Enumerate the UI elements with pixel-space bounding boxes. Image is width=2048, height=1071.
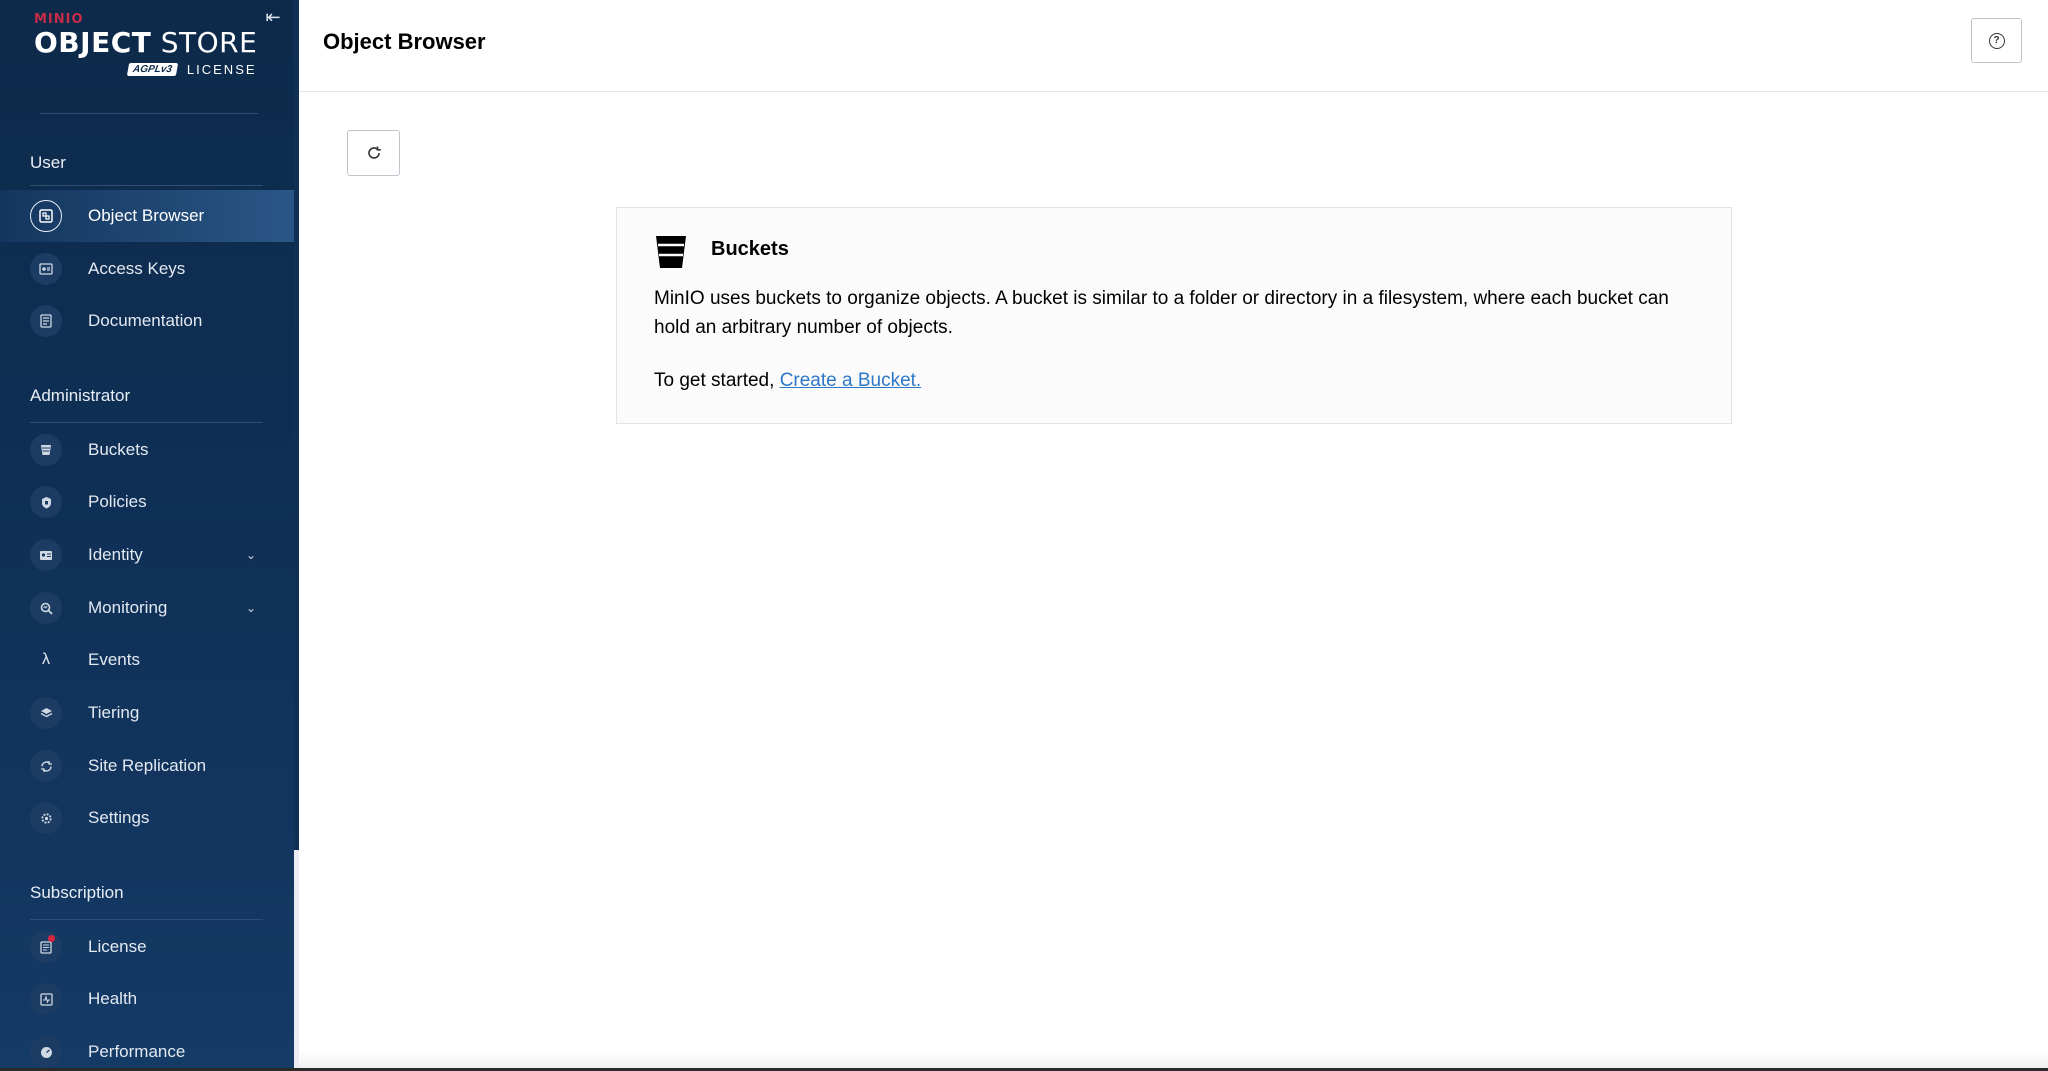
sidebar-item-events[interactable]: λ Events [0,634,294,686]
logo-product-light: STORE [160,26,258,59]
logo-product-bold: OBJECT [34,26,152,59]
refresh-icon [367,146,381,159]
logo-license-word: LICENSE [186,62,257,77]
chevron-down-icon[interactable]: ⌄ [246,548,256,562]
sidebar-item-label: Performance [88,1042,186,1061]
sidebar-item-access-keys[interactable]: Access Keys [0,243,294,295]
sidebar-item-label: Buckets [88,440,149,459]
sidebar-item-label: Settings [88,808,150,827]
logo: MINIO OBJECT STORE AGPLv3 LICENSE [34,12,274,84]
shield-icon [30,486,62,518]
sidebar-item-policies[interactable]: Policies [0,476,294,528]
bucket-icon [30,434,62,466]
health-icon [30,983,62,1015]
agpl-badge: AGPLv3 [126,63,179,76]
sidebar-item-label: Object Browser [88,206,205,225]
help-icon: ? [1988,32,2005,49]
sidebar-item-label: License [88,937,147,956]
logo-license-line: AGPLv3 LICENSE [126,62,257,77]
sidebar-item-settings[interactable]: Settings [0,792,294,844]
card-cta: To get started, Create a Bucket. [654,370,921,392]
object-browser-icon [30,200,62,232]
sidebar-item-tiering[interactable]: Tiering [0,687,294,739]
bucket-icon [656,236,686,268]
sidebar-item-object-browser[interactable]: Object Browser [0,190,294,242]
sidebar-item-documentation[interactable]: Documentation [0,295,294,347]
sidebar-item-license[interactable]: License [0,921,294,973]
sidebar: ⇤ MINIO OBJECT STORE AGPLv3 LICENSE User… [0,0,294,1068]
sidebar-item-identity[interactable]: Identity ⌄ [0,529,294,581]
notification-dot [48,935,55,942]
sidebar-item-label: Events [88,650,140,669]
logo-minio-text: MINIO [34,12,84,27]
page-title: Object Browser [323,29,486,54]
card-title: Buckets [711,238,789,260]
gear-icon [30,802,62,834]
refresh-button[interactable] [347,130,400,176]
documentation-icon [30,305,62,337]
sidebar-item-label: Site Replication [88,756,207,775]
help-button[interactable]: ? [1971,18,2022,63]
sidebar-item-monitoring[interactable]: Monitoring ⌄ [0,582,294,634]
sidebar-item-buckets[interactable]: Buckets [0,424,294,476]
section-title-subscription: Subscription [30,883,124,902]
sidebar-item-site-replication[interactable]: Site Replication [0,740,294,792]
bottom-shadow [299,1050,2048,1068]
monitoring-icon [30,592,62,624]
sidebar-scrollbar-thumb[interactable] [294,850,299,1068]
card-description: MinIO uses buckets to organize objects. … [654,288,1669,338]
section-divider [30,422,263,423]
sidebar-item-label: Documentation [88,311,203,330]
section-divider [30,185,263,186]
logo-product: OBJECT STORE [34,28,274,58]
sidebar-item-label: Tiering [88,703,140,722]
section-title-administrator: Administrator [30,386,131,405]
layers-icon [30,697,62,729]
sidebar-item-label: Monitoring [88,598,168,617]
lambda-icon: λ [42,651,50,668]
sidebar-divider [40,113,258,114]
sidebar-item-label: Policies [88,492,147,511]
replication-icon [30,750,62,782]
page-header: Object Browser ? [299,0,2048,92]
section-title-user: User [30,153,66,172]
create-bucket-link[interactable]: Create a Bucket. [780,370,922,391]
sidebar-item-label: Identity [88,545,143,564]
access-keys-icon [30,253,62,285]
sidebar-item-health[interactable]: Health [0,973,294,1025]
performance-icon [30,1036,62,1068]
sidebar-item-label: Access Keys [88,259,186,278]
chevron-down-icon[interactable]: ⌄ [246,601,256,615]
card-cta-prefix: To get started, [654,370,780,391]
buckets-info-card: Buckets MinIO uses buckets to organize o… [616,207,1732,424]
identity-icon [30,539,62,571]
sidebar-item-performance[interactable]: Performance [0,1026,294,1068]
sidebar-item-label: Health [88,989,138,1008]
license-icon [30,931,62,963]
section-divider [30,919,263,920]
